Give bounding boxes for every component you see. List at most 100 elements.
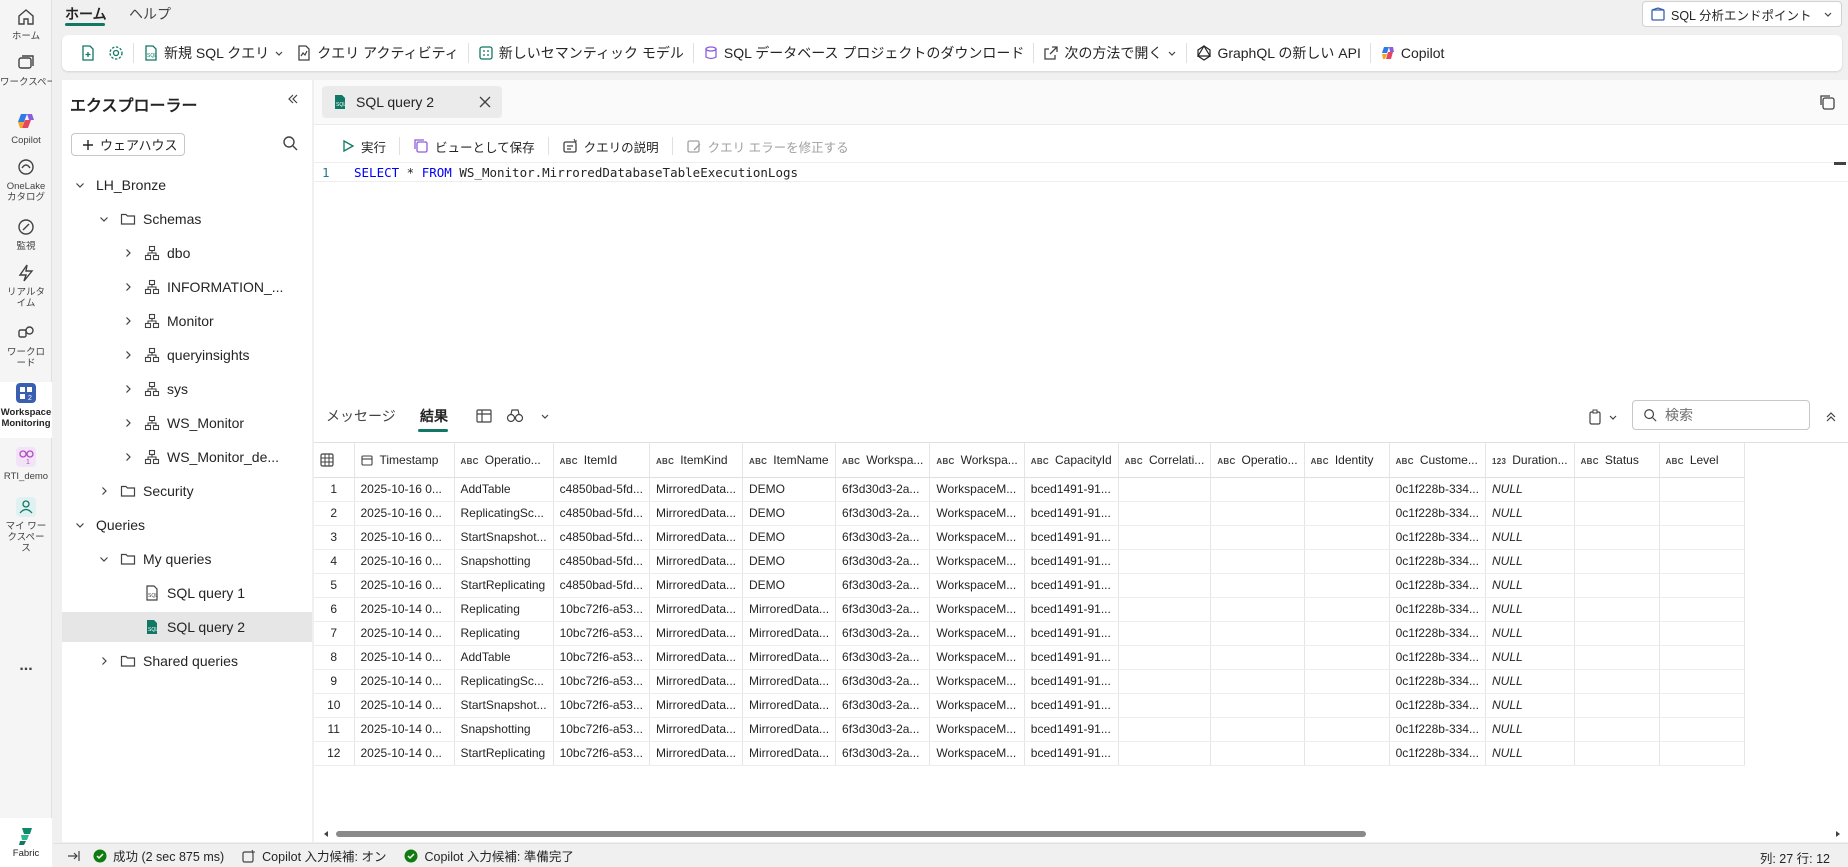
tree-item[interactable]: Security	[62, 476, 312, 506]
table-cell[interactable]	[1304, 741, 1390, 766]
table-cell[interactable]: NULL	[1485, 573, 1575, 598]
table-cell[interactable]: MirroredData...	[649, 525, 744, 550]
table-cell[interactable]: 6f3d30d3-2a...	[835, 693, 931, 718]
table-row[interactable]: 2 2025-10-16 0... ReplicatingSc... c4850bad…	[314, 501, 1745, 526]
new-sql-query-button[interactable]: SQL 新規 SQL クエリ	[137, 38, 290, 68]
tree-item[interactable]: Queries	[62, 510, 312, 540]
table-cell[interactable]: 6f3d30d3-2a...	[835, 477, 931, 502]
table-cell[interactable]: NULL	[1485, 477, 1575, 502]
table-cell[interactable]: WorkspaceM...	[929, 501, 1025, 526]
table-cell[interactable]: 0c1f228b-334...	[1389, 741, 1486, 766]
table-cell[interactable]	[1304, 525, 1390, 550]
table-cell[interactable]	[1659, 693, 1745, 718]
table-cell[interactable]	[1304, 693, 1390, 718]
table-cell[interactable]	[1304, 669, 1390, 694]
table-cell[interactable]: Replicating	[454, 597, 554, 622]
table-cell[interactable]	[1210, 525, 1305, 550]
table-cell[interactable]: WorkspaceM...	[929, 525, 1025, 550]
table-cell[interactable]: NULL	[1485, 597, 1575, 622]
table-cell[interactable]: 2025-10-14 0...	[354, 717, 455, 742]
row-number[interactable]: 8	[314, 645, 355, 670]
column-header[interactable]: 123 Duration...	[1485, 443, 1575, 478]
table-cell[interactable]: NULL	[1485, 501, 1575, 526]
table-cell[interactable]: 6f3d30d3-2a...	[835, 597, 931, 622]
table-cell[interactable]: 2025-10-16 0...	[354, 573, 455, 598]
table-row[interactable]: 7 2025-10-14 0... Replicating 10bc72f6-a53.…	[314, 621, 1745, 646]
table-cell[interactable]: bced1491-91...	[1024, 741, 1119, 766]
row-number[interactable]: 5	[314, 573, 355, 598]
column-header[interactable]: ABC Operatio...	[454, 443, 554, 478]
fabric-logo[interactable]: Fabric	[0, 818, 52, 867]
panel-toggle-icon[interactable]	[67, 850, 81, 862]
table-cell[interactable]: StartReplicating	[454, 573, 554, 598]
table-cell[interactable]: Replicating	[454, 621, 554, 646]
tab-results[interactable]: 結果	[420, 406, 448, 426]
table-cell[interactable]: 6f3d30d3-2a...	[835, 741, 931, 766]
table-cell[interactable]	[1210, 573, 1305, 598]
column-header[interactable]: ABC Operatio...	[1210, 443, 1305, 478]
table-cell[interactable]	[1574, 501, 1660, 526]
column-header[interactable]: ABC ItemId	[553, 443, 650, 478]
table-cell[interactable]: ReplicatingSc...	[454, 669, 554, 694]
column-header[interactable]: ABC Workspa...	[929, 443, 1025, 478]
column-header[interactable]: Timestamp	[354, 443, 455, 478]
scrollbar-thumb[interactable]	[336, 831, 1366, 837]
table-cell[interactable]	[1118, 549, 1212, 574]
table-cell[interactable]: 0c1f228b-334...	[1389, 501, 1486, 526]
tree-item[interactable]: Shared queries	[62, 646, 312, 676]
table-cell[interactable]: 2025-10-14 0...	[354, 621, 455, 646]
table-cell[interactable]: bced1491-91...	[1024, 501, 1119, 526]
tab-messages[interactable]: メッセージ	[326, 406, 396, 426]
table-cell[interactable]: 0c1f228b-334...	[1389, 669, 1486, 694]
table-row[interactable]: 10 2025-10-14 0... StartSnapshot... 10bc72f…	[314, 693, 1745, 718]
table-cell[interactable]	[1210, 621, 1305, 646]
table-cell[interactable]	[1304, 501, 1390, 526]
table-cell[interactable]: 6f3d30d3-2a...	[835, 501, 931, 526]
table-cell[interactable]	[1210, 597, 1305, 622]
scroll-right-icon[interactable]	[1834, 830, 1842, 838]
table-cell[interactable]: c4850bad-5fd...	[553, 501, 650, 526]
row-number[interactable]: 6	[314, 597, 355, 622]
chevron-down-icon[interactable]	[1608, 412, 1618, 422]
tree-item[interactable]: WS_Monitor	[62, 408, 312, 438]
table-cell[interactable]: 0c1f228b-334...	[1389, 525, 1486, 550]
chevron-right-icon[interactable]	[98, 485, 110, 497]
tree-item[interactable]: WS_Monitor_de...	[62, 442, 312, 472]
tree-item[interactable]: Monitor	[62, 306, 312, 336]
table-cell[interactable]: WorkspaceM...	[929, 621, 1025, 646]
chevron-right-icon[interactable]	[122, 281, 134, 293]
table-cell[interactable]	[1210, 693, 1305, 718]
table-cell[interactable]: WorkspaceM...	[929, 477, 1025, 502]
table-cell[interactable]	[1574, 573, 1660, 598]
table-cell[interactable]: MirroredData...	[742, 693, 837, 718]
clipboard-icon[interactable]	[1587, 409, 1603, 425]
table-cell[interactable]: bced1491-91...	[1024, 693, 1119, 718]
table-cell[interactable]: MirroredData...	[649, 621, 744, 646]
tree-item[interactable]: LH_Bronze	[62, 170, 312, 200]
table-cell[interactable]	[1574, 621, 1660, 646]
table-cell[interactable]: 0c1f228b-334...	[1389, 477, 1486, 502]
table-cell[interactable]: DEMO	[742, 501, 837, 526]
table-cell[interactable]: c4850bad-5fd...	[553, 525, 650, 550]
chevron-right-icon[interactable]	[98, 655, 110, 667]
table-cell[interactable]: 6f3d30d3-2a...	[835, 573, 931, 598]
table-cell[interactable]: 10bc72f6-a53...	[553, 717, 650, 742]
table-cell[interactable]: 10bc72f6-a53...	[553, 597, 650, 622]
table-cell[interactable]: 2025-10-14 0...	[354, 741, 455, 766]
table-cell[interactable]: WorkspaceM...	[929, 693, 1025, 718]
column-header[interactable]: ABC Status	[1574, 443, 1660, 478]
table-cell[interactable]	[1210, 645, 1305, 670]
table-cell[interactable]: MirroredData...	[742, 741, 837, 766]
table-cell[interactable]: NULL	[1485, 621, 1575, 646]
table-cell[interactable]: NULL	[1485, 717, 1575, 742]
save-as-view-button[interactable]: ビューとして保存	[404, 137, 544, 156]
add-warehouse-button[interactable]: ウェアハウス	[71, 133, 185, 156]
row-number[interactable]: 1	[314, 477, 355, 502]
table-cell[interactable]: MirroredData...	[649, 645, 744, 670]
table-cell[interactable]: AddTable	[454, 477, 554, 502]
code-editor[interactable]: 1 SELECT * FROM WS_Monitor.MirroredDatab…	[314, 162, 1848, 182]
table-row[interactable]: 5 2025-10-16 0... StartReplicating c4850bad…	[314, 573, 1745, 598]
table-cell[interactable]	[1574, 597, 1660, 622]
collapse-up-icon[interactable]	[1824, 410, 1838, 424]
query-activity-button[interactable]: クエリ アクティビティ	[290, 38, 465, 68]
